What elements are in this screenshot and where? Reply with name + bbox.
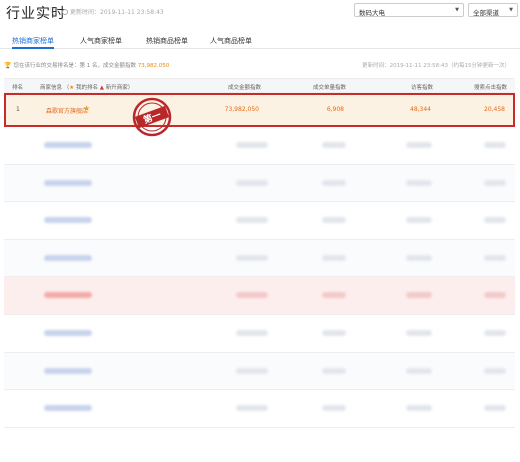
trophy-icon: 🏆 — [4, 62, 12, 69]
clock-icon — [62, 9, 68, 15]
chevron-down-icon: ▼ — [509, 7, 513, 13]
ranking-tabs: 热销商家榜单 人气商家榜单 热销商品榜单 人气商品榜单 — [0, 32, 520, 49]
table-row[interactable] — [4, 390, 515, 428]
tab-popular-sellers[interactable]: 人气商家榜单 — [80, 36, 122, 49]
tab-hot-sellers[interactable]: 热销商家榜单 — [12, 36, 54, 49]
star-icon: ★ — [69, 85, 75, 91]
sales-index-value: 73,982,050 — [137, 63, 170, 69]
table-row[interactable] — [4, 315, 515, 353]
table-row[interactable] — [4, 127, 515, 165]
table-header: 排名 商家信息 （★ 我的排名 ▲ 新升商家） 成交金额指数 成交单量指数 访客… — [4, 78, 515, 93]
rank-info: 🏆 您在该行业的交易排名是：第 1 名，成交金额指数 73,982,050 — [4, 62, 170, 69]
table-row[interactable] — [4, 202, 515, 240]
sales-index-header[interactable]: 成交金额指数 — [228, 83, 261, 91]
table-row-highlighted[interactable]: 1 森歌官方旗舰店 ★ 第一 73,982,050 6,908 48,344 2… — [4, 93, 515, 137]
volume-index-header[interactable]: 成交单量指数 — [313, 83, 346, 91]
tab-popular-products[interactable]: 人气商品榜单 — [210, 36, 252, 49]
shop-link[interactable]: 森歌官方旗舰店 — [46, 106, 88, 115]
visit-index-header[interactable]: 访客指数 — [411, 83, 433, 91]
search-index-header[interactable]: 搜索点击指数 — [474, 83, 507, 91]
tab-hot-products[interactable]: 热销商品榜单 — [146, 36, 188, 49]
ranking-table: 排名 商家信息 （★ 我的排名 ▲ 新升商家） 成交金额指数 成交单量指数 访客… — [4, 78, 515, 428]
table-row[interactable] — [4, 164, 515, 203]
page-header: 行业实时 ♡ 更新时间：2019-11-11 23:58:43 数码大电 ▼ 全… — [0, 0, 520, 26]
update-time-right: 更新时间：2019-11-11 23:58:43（约每15分钟更新一次） — [362, 63, 510, 69]
table-row[interactable] — [4, 277, 515, 315]
table-row[interactable] — [4, 239, 515, 278]
chevron-down-icon: ▼ — [455, 7, 459, 13]
table-row[interactable] — [4, 352, 515, 391]
favorite-heart-icon[interactable]: ♡ — [49, 5, 59, 18]
rising-icon: ▲ — [99, 85, 104, 91]
update-time: 更新时间：2019-11-11 23:58:43 — [62, 7, 164, 16]
category-select[interactable]: 数码大电 ▼ — [354, 3, 464, 17]
my-shop-star-icon: ★ — [83, 104, 91, 113]
channel-select[interactable]: 全部渠道 ▼ — [468, 3, 518, 17]
shop-header: 商家信息 （★ 我的排名 ▲ 新升商家） — [40, 85, 134, 91]
